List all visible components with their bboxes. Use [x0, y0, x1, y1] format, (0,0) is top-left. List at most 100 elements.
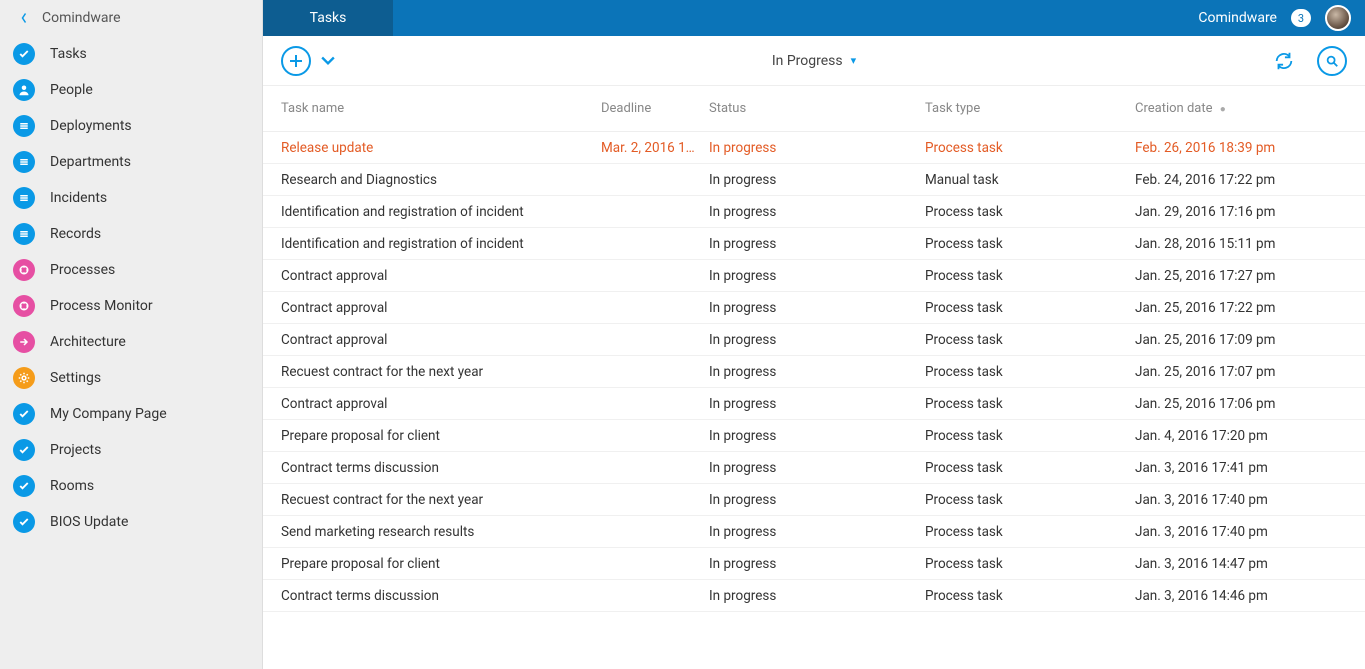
cell-task-name: Contract approval	[281, 300, 601, 316]
cell-task-type: Manual task	[925, 172, 1135, 188]
cell-creation-date: Jan. 25, 2016 17:09 pm	[1135, 332, 1347, 348]
topbar: Tasks Comindware 3	[263, 0, 1365, 36]
sidebar-item-label: Departments	[50, 154, 131, 170]
sidebar-back[interactable]: Comindware	[0, 0, 262, 36]
table-header: Task name Deadline Status Task type Crea…	[263, 86, 1365, 132]
search-button[interactable]	[1317, 46, 1347, 76]
sidebar-item-label: My Company Page	[50, 406, 167, 422]
list-icon	[10, 112, 38, 140]
sidebar-item-projects[interactable]: Projects	[0, 432, 262, 468]
sidebar-item-bios-update[interactable]: BIOS Update	[0, 504, 262, 540]
cell-task-name: Contract terms discussion	[281, 588, 601, 604]
list-icon	[10, 148, 38, 176]
sidebar-item-settings[interactable]: Settings	[0, 360, 262, 396]
sidebar-item-departments[interactable]: Departments	[0, 144, 262, 180]
cell-status: In progress	[709, 428, 925, 444]
add-button[interactable]	[281, 46, 311, 76]
cell-status: In progress	[709, 524, 925, 540]
cell-task-type: Process task	[925, 556, 1135, 572]
sidebar-item-label: Deployments	[50, 118, 132, 134]
col-deadline[interactable]: Deadline	[601, 101, 709, 116]
cell-status: In progress	[709, 268, 925, 284]
col-status[interactable]: Status	[709, 101, 925, 116]
cell-task-name: Recuest contract for the next year	[281, 364, 601, 380]
table-row[interactable]: Prepare proposal for clientIn progressPr…	[263, 420, 1365, 452]
col-creation-date[interactable]: Creation date ●	[1135, 101, 1347, 116]
table-row[interactable]: Recuest contract for the next yearIn pro…	[263, 356, 1365, 388]
table-row[interactable]: Contract approval In progressProcess task…	[263, 292, 1365, 324]
cell-status: In progress	[709, 300, 925, 316]
sidebar-item-rooms[interactable]: Rooms	[0, 468, 262, 504]
add-dropdown-icon[interactable]	[321, 56, 335, 66]
sidebar-item-label: People	[50, 82, 93, 98]
col-task-name[interactable]: Task name	[281, 101, 601, 116]
tab-label: Tasks	[310, 10, 347, 26]
cell-task-name: Send marketing research results	[281, 524, 601, 540]
sidebar-item-label: Settings	[50, 370, 101, 386]
cell-task-name: Contract terms discussion	[281, 460, 601, 476]
process-icon	[10, 256, 38, 284]
sidebar-item-deployments[interactable]: Deployments	[0, 108, 262, 144]
table-row[interactable]: Contract approvalIn progressProcess task…	[263, 260, 1365, 292]
cell-creation-date: Jan. 3, 2016 17:41 pm	[1135, 460, 1347, 476]
sidebar-item-records[interactable]: Records	[0, 216, 262, 252]
cell-task-name: Prepare proposal for client	[281, 556, 601, 572]
sidebar-item-incidents[interactable]: Incidents	[0, 180, 262, 216]
sidebar: Comindware Tasks People Deployments Departm…	[0, 0, 263, 669]
cell-status: In progress	[709, 332, 925, 348]
cell-task-type: Process task	[925, 428, 1135, 444]
table-row[interactable]: Identification and registration of incid…	[263, 196, 1365, 228]
cell-status: In progress	[709, 556, 925, 572]
table-row[interactable]: Contract approvalIn progressProcess task…	[263, 388, 1365, 420]
table-row[interactable]: Contract terms discussionIn progressProc…	[263, 452, 1365, 484]
table-row[interactable]: Prepare proposal for client In progressPr…	[263, 548, 1365, 580]
cell-creation-date: Feb. 24, 2016 17:22 pm	[1135, 172, 1347, 188]
check-icon	[10, 436, 38, 464]
cell-status: In progress	[709, 172, 925, 188]
cell-creation-date: Jan. 3, 2016 17:40 pm	[1135, 492, 1347, 508]
sidebar-item-label: Tasks	[50, 46, 87, 62]
cell-task-type: Process task	[925, 268, 1135, 284]
brand-label[interactable]: Comindware	[1198, 10, 1277, 26]
sidebar-back-label: Comindware	[42, 10, 121, 26]
sidebar-item-architecture[interactable]: Architecture	[0, 324, 262, 360]
sidebar-item-label: Processes	[50, 262, 115, 278]
cell-status: In progress	[709, 588, 925, 604]
check-icon	[10, 400, 38, 428]
cell-task-name: Identification and registration of incid…	[281, 204, 601, 220]
sidebar-item-label: Projects	[50, 442, 101, 458]
cell-creation-date: Jan. 3, 2016 17:40 pm	[1135, 524, 1347, 540]
refresh-button[interactable]	[1269, 46, 1299, 76]
sidebar-item-process-monitor[interactable]: Process Monitor	[0, 288, 262, 324]
list-icon	[10, 220, 38, 248]
cell-task-type: Process task	[925, 300, 1135, 316]
sidebar-item-my-company-page[interactable]: My Company Page	[0, 396, 262, 432]
cell-status: In progress	[709, 396, 925, 412]
filter-label: In Progress	[772, 53, 843, 69]
check-icon	[10, 508, 38, 536]
table-row[interactable]: Release updateMar. 2, 2016 1…In progress…	[263, 132, 1365, 164]
sidebar-item-people[interactable]: People	[0, 72, 262, 108]
table-row[interactable]: Contract approvalIn progressProcess task…	[263, 324, 1365, 356]
table-row[interactable]: Send marketing research results In progre…	[263, 516, 1365, 548]
notification-badge[interactable]: 3	[1291, 9, 1311, 27]
filter-dropdown[interactable]: In Progress ▾	[772, 53, 856, 69]
cell-status: In progress	[709, 492, 925, 508]
cell-task-name: Contract approval	[281, 332, 601, 348]
cell-task-name: Contract approval	[281, 396, 601, 412]
col-task-type[interactable]: Task type	[925, 101, 1135, 116]
avatar[interactable]	[1325, 5, 1351, 31]
table-row[interactable]: Recuest contract for the next yearIn pro…	[263, 484, 1365, 516]
table-row[interactable]: Identification and registration of incid…	[263, 228, 1365, 260]
cell-task-name: Release update	[281, 140, 601, 156]
table-row[interactable]: Research and Diagnostics In progressManua…	[263, 164, 1365, 196]
cell-status: In progress	[709, 140, 925, 156]
tab-tasks[interactable]: Tasks	[263, 0, 393, 36]
arrow-icon	[10, 328, 38, 356]
cell-creation-date: Feb. 26, 2016 18:39 pm	[1135, 140, 1347, 156]
sidebar-item-tasks[interactable]: Tasks	[0, 36, 262, 72]
list-icon	[10, 184, 38, 212]
sidebar-item-processes[interactable]: Processes	[0, 252, 262, 288]
table-row[interactable]: Contract terms discussionIn progressProc…	[263, 580, 1365, 612]
cell-task-name: Research and Diagnostics	[281, 172, 601, 188]
